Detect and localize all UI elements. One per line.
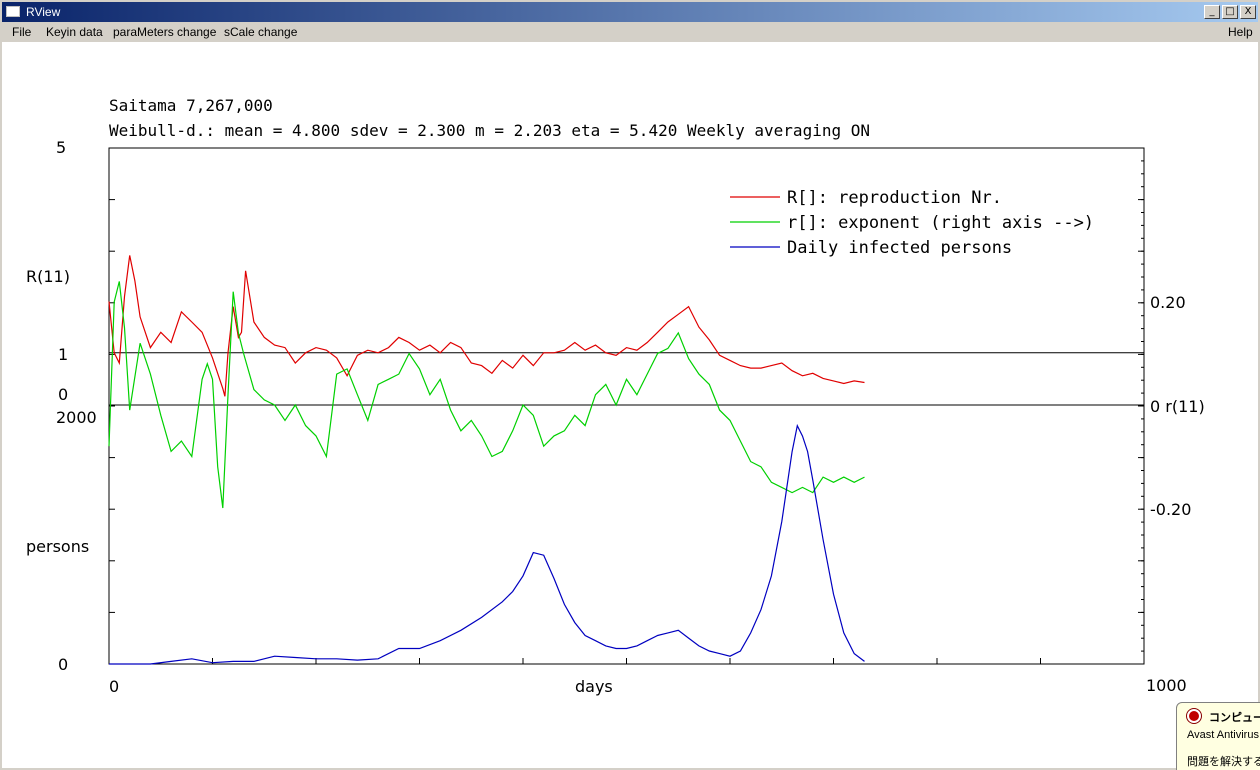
minimize-button[interactable]: _ bbox=[1204, 5, 1220, 19]
x-axis-label: days bbox=[575, 677, 613, 696]
left-axis-persons-label: persons bbox=[26, 537, 89, 556]
maximize-button[interactable]: □ bbox=[1222, 5, 1238, 19]
menu-file[interactable]: File bbox=[12, 25, 31, 39]
chart: Saitama 7,267,000 Weibull-d.: mean = 4.8… bbox=[26, 96, 1205, 696]
left-axis-zero-label: 0 bbox=[58, 385, 68, 404]
menu-help[interactable]: Help bbox=[1228, 25, 1253, 39]
right-axis-pos-label: 0.20 bbox=[1150, 293, 1186, 312]
series-line-0 bbox=[108, 255, 865, 397]
menu-keyin-data[interactable]: Keyin data bbox=[46, 25, 103, 39]
series-line-1 bbox=[108, 281, 865, 509]
legend-label-0: R[]: reproduction Nr. bbox=[787, 188, 1002, 208]
left-axis-persons-zero-label: 0 bbox=[58, 655, 68, 674]
app-icon bbox=[6, 6, 20, 17]
left-axis-R-label: R(11) bbox=[26, 267, 70, 286]
left-axis-top-label: 5 bbox=[56, 138, 66, 157]
toast-line-1: Avast Antivirus bbox=[1187, 729, 1259, 741]
x-axis-max-label: 1000 bbox=[1146, 676, 1187, 695]
toast-title: コンピュー bbox=[1209, 712, 1260, 724]
menu-parameters-change[interactable]: paraMeters change bbox=[113, 25, 216, 39]
window-title: RView bbox=[26, 5, 61, 19]
x-axis-min-label: 0 bbox=[109, 677, 119, 696]
close-button[interactable]: X bbox=[1240, 5, 1256, 19]
menu-scale-change[interactable]: sCale change bbox=[224, 25, 297, 39]
menu-bar: File Keyin data paraMeters change sCale … bbox=[2, 22, 1258, 42]
right-axis-zero-label: 0 r(11) bbox=[1150, 397, 1205, 416]
app-window: RView _ □ X File Keyin data paraMeters c… bbox=[0, 0, 1260, 770]
chart-parameters-label: Weibull-d.: mean = 4.800 sdev = 2.300 m … bbox=[109, 121, 870, 140]
toast-line-2: 問題を解決する bbox=[1187, 756, 1260, 768]
left-axis-one-label: 1 bbox=[58, 345, 68, 364]
legend-label-2: Daily infected persons bbox=[787, 238, 1012, 258]
avast-notification[interactable]: コンピュー Avast Antivirus 問題を解決する bbox=[1176, 702, 1260, 770]
right-axis-neg-label: -0.20 bbox=[1150, 500, 1191, 519]
legend-label-1: r[]: exponent (right axis -->) bbox=[787, 213, 1094, 233]
legend: R[]: reproduction Nr. r[]: exponent (righ… bbox=[730, 188, 1094, 258]
avast-shield-icon bbox=[1187, 709, 1201, 723]
title-bar[interactable]: RView _ □ X bbox=[2, 2, 1258, 22]
chart-location-label: Saitama 7,267,000 bbox=[109, 96, 273, 115]
left-axis-persons-max-label: 2000 bbox=[56, 408, 97, 427]
